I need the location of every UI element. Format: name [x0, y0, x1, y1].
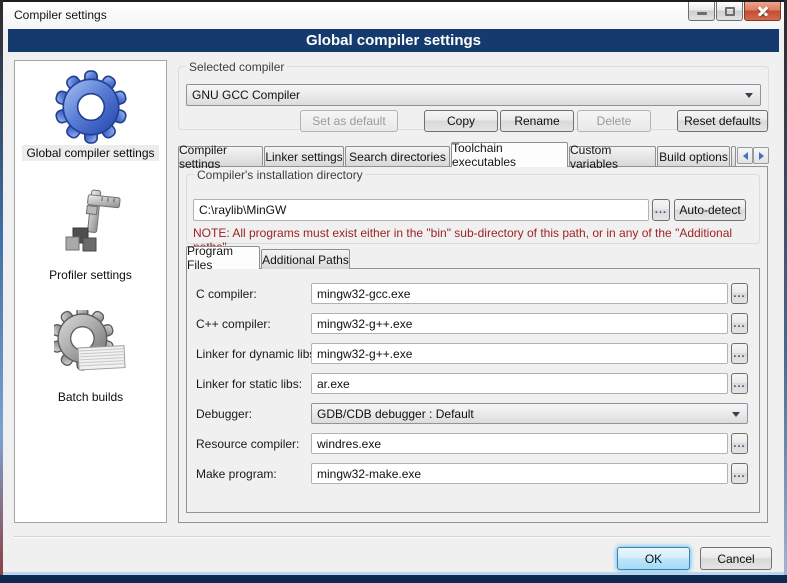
- close-button[interactable]: [744, 2, 781, 21]
- window-border-bottom: [0, 575, 787, 583]
- compiler-select[interactable]: GNU GCC Compiler: [186, 84, 761, 106]
- gray-gear-papers-icon: [54, 310, 128, 384]
- set-as-default-button[interactable]: Set as default: [300, 110, 398, 132]
- debugger-select[interactable]: GDB/CDB debugger : Default: [311, 403, 748, 424]
- maximize-button[interactable]: [716, 2, 743, 21]
- tab-scroll-right-button[interactable]: [753, 147, 769, 164]
- cpp-compiler-label: C++ compiler:: [196, 317, 271, 331]
- window-title: Compiler settings: [14, 8, 107, 22]
- maximize-icon: [725, 7, 735, 16]
- ok-button[interactable]: OK: [617, 547, 690, 570]
- make-program-input[interactable]: [311, 463, 728, 484]
- cancel-button[interactable]: Cancel: [700, 547, 772, 570]
- c-compiler-label: C compiler:: [196, 287, 257, 301]
- tab-build-options[interactable]: Build options: [657, 146, 730, 166]
- reset-defaults-button[interactable]: Reset defaults: [677, 110, 768, 132]
- debugger-select-value: GDB/CDB debugger : Default: [317, 407, 474, 421]
- tab-search-directories[interactable]: Search directories: [345, 146, 450, 166]
- compiler-select-value: GNU GCC Compiler: [192, 88, 300, 102]
- sidebar-item-batch-builds[interactable]: [14, 310, 167, 384]
- blue-gear-icon: [54, 70, 128, 144]
- tab-custom-variables[interactable]: Custom variables: [569, 146, 656, 166]
- static-linker-input[interactable]: [311, 373, 728, 394]
- sidebar-item-profiler-label[interactable]: Profiler settings: [14, 268, 167, 282]
- cpp-compiler-input[interactable]: [311, 313, 728, 334]
- titlebar[interactable]: [3, 2, 784, 29]
- close-icon: [756, 4, 770, 18]
- resource-compiler-input[interactable]: [311, 433, 728, 454]
- copy-button[interactable]: Copy: [424, 110, 498, 132]
- make-program-browse-button[interactable]: ...: [731, 463, 748, 484]
- arrow-left-icon: [743, 152, 748, 160]
- sidebar-item-global-compiler[interactable]: [14, 70, 167, 144]
- static-linker-label: Linker for static libs:: [196, 377, 302, 391]
- minimize-icon: [697, 12, 707, 15]
- dynamic-linker-browse-button[interactable]: ...: [731, 343, 748, 364]
- tab-toolchain-executables[interactable]: Toolchain executables: [451, 142, 568, 167]
- sidebar-item-global-compiler-label[interactable]: Global compiler settings: [14, 146, 167, 160]
- cpp-compiler-browse-button[interactable]: ...: [731, 313, 748, 334]
- subtab-program-files[interactable]: Program Files: [186, 246, 260, 269]
- sidebar-item-profiler[interactable]: [14, 188, 167, 258]
- dynamic-linker-input[interactable]: [311, 343, 728, 364]
- resource-compiler-label: Resource compiler:: [196, 437, 299, 451]
- tab-scroll-left-button[interactable]: [737, 147, 753, 164]
- install-dir-group-label: Compiler's installation directory: [194, 168, 366, 182]
- chevron-down-icon: [745, 93, 753, 98]
- install-dir-input[interactable]: [193, 199, 649, 221]
- debugger-label: Debugger:: [196, 407, 252, 421]
- minimize-button[interactable]: [688, 2, 715, 21]
- caliper-icon: [56, 188, 126, 258]
- dynamic-linker-label: Linker for dynamic libs:: [196, 347, 319, 361]
- tab-compiler-settings[interactable]: Compiler settings: [178, 146, 263, 166]
- install-dir-browse-button[interactable]: ...: [652, 199, 670, 221]
- auto-detect-button[interactable]: Auto-detect: [674, 199, 746, 221]
- resource-compiler-browse-button[interactable]: ...: [731, 433, 748, 454]
- static-linker-browse-button[interactable]: ...: [731, 373, 748, 394]
- c-compiler-browse-button[interactable]: ...: [731, 283, 748, 304]
- page-title: Global compiler settings: [8, 29, 779, 52]
- rename-button[interactable]: Rename: [500, 110, 574, 132]
- tab-clipped[interactable]: [731, 146, 736, 166]
- selected-compiler-group-label: Selected compiler: [186, 60, 287, 74]
- arrow-right-icon: [759, 152, 764, 160]
- c-compiler-input[interactable]: [311, 283, 728, 304]
- subtab-additional-paths[interactable]: Additional Paths: [261, 249, 350, 269]
- chevron-down-icon: [732, 412, 740, 417]
- compiler-settings-dialog: Compiler settings Global compiler settin…: [0, 0, 787, 583]
- tab-linker-settings[interactable]: Linker settings: [264, 146, 344, 166]
- delete-button[interactable]: Delete: [577, 110, 651, 132]
- footer-divider: [14, 536, 770, 538]
- sidebar-item-batch-builds-label[interactable]: Batch builds: [14, 390, 167, 404]
- make-program-label: Make program:: [196, 467, 277, 481]
- window-border-left: [0, 0, 3, 583]
